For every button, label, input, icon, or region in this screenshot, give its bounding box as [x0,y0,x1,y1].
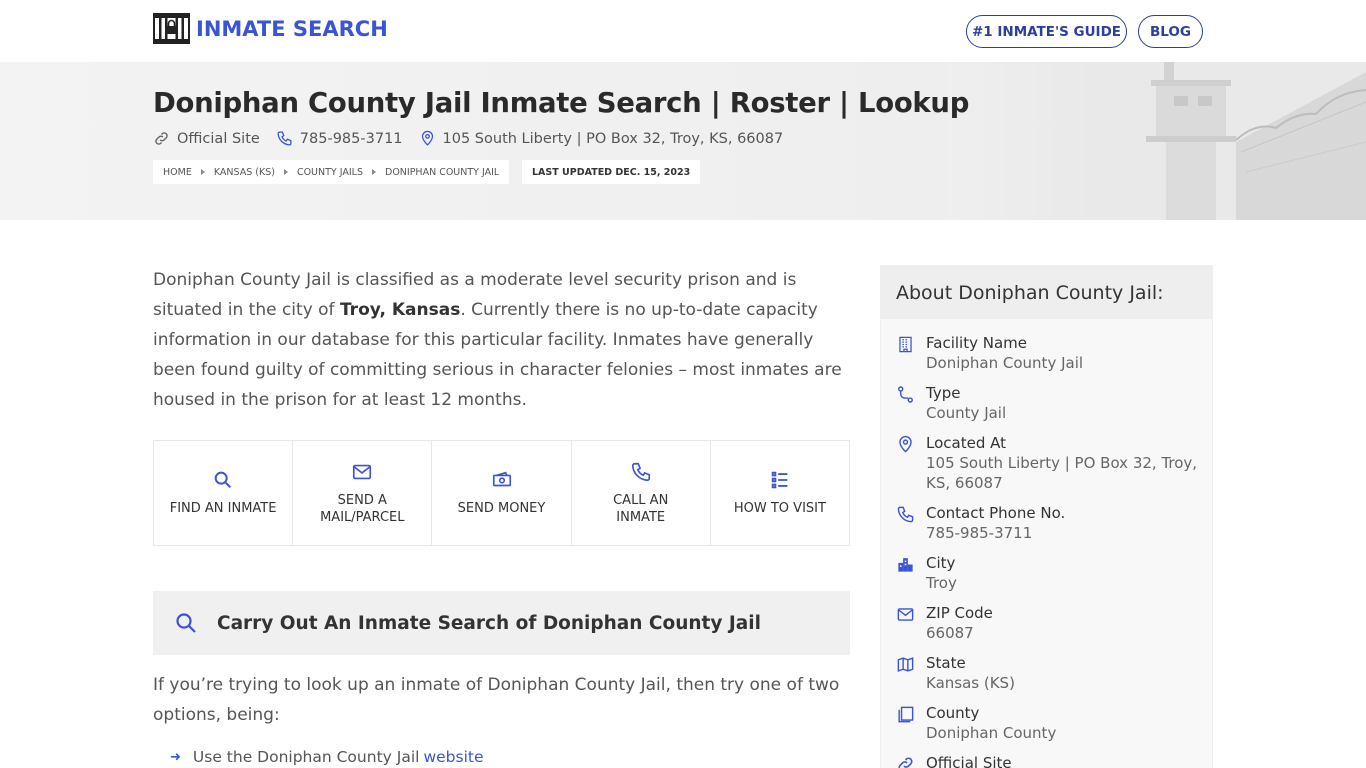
list-icon [771,471,788,489]
route-icon [898,386,913,403]
fact-county: County Doniphan County [881,703,1212,753]
fact-label: ZIP Code [926,604,993,622]
breadcrumb-current: DONIPHAN COUNTY JAIL [385,166,500,178]
breadcrumb-county-jails[interactable]: COUNTY JAILS [297,167,363,178]
fact-value: Troy [926,574,957,592]
fact-value: 785-985-3711 [926,524,1033,542]
website-link[interactable]: website [423,748,483,766]
official-site-link[interactable]: Official Site [153,130,260,147]
address-text: 105 South Liberty | PO Box 32, Troy, KS,… [442,130,784,147]
fact-state: State Kansas (KS) [881,653,1212,703]
find-inmate-action[interactable]: FIND AN INMATE [154,441,294,545]
fact-value: 66087 [926,624,974,642]
site-logo[interactable]: INMATE SEARCH [153,13,388,44]
mail-icon [353,464,372,479]
how-to-visit-action[interactable]: HOW TO VISIT [711,441,849,545]
page-header: Doniphan County Jail Inmate Search | Ros… [0,62,1366,220]
fact-value: Doniphan County Jail [926,354,1084,372]
prison-tower-background-image [946,62,1366,220]
map-icon [897,657,914,672]
location-pin-icon [421,130,433,146]
send-money-action[interactable]: SEND MONEY [432,441,572,545]
search-icon [214,471,232,489]
fact-label: Located At [926,434,1006,452]
facility-facts: Facility Name Doniphan County Jail Type … [881,319,1212,768]
fact-value: 105 South Liberty | PO Box 32, Troy, KS,… [926,454,1198,492]
mail-icon [897,608,914,621]
fact-official-site[interactable]: Official Site [881,753,1212,768]
page-title: Doniphan County Jail Inmate Search | Ros… [153,87,970,119]
address: 105 South Liberty | PO Box 32, Troy, KS,… [419,130,784,147]
fact-label: Official Site [926,754,1012,768]
action-label: HOW TO VISIT [733,501,826,516]
phone-icon [277,131,292,146]
phone-icon [897,506,914,523]
action-label: CALL AN INMATE [613,492,669,525]
official-site-label: Official Site [177,130,260,147]
breadcrumb-home[interactable]: HOME [163,167,192,178]
money-icon [492,471,511,487]
building-icon [899,336,912,353]
facility-info-sidebar: About Doniphan County Jail: Facility Nam… [880,265,1213,768]
sidebar-title: About Doniphan County Jail: [881,266,1212,319]
fact-zip-code: ZIP Code 66087 [881,603,1212,653]
fact-city: City Troy [881,553,1212,603]
site-name: INMATE SEARCH [196,16,388,41]
location-pin-icon [899,435,912,453]
fact-label: State [926,654,966,672]
fact-facility-name: Facility Name Doniphan County Jail [881,333,1212,383]
fact-value: Doniphan County [926,724,1057,742]
last-updated-badge: LAST UPDATED DEC. 15, 2023 [522,160,701,184]
fact-located-at: Located At 105 South Liberty | PO Box 32… [881,433,1212,503]
send-mail-action[interactable]: SEND A MAIL/PARCEL [293,441,433,545]
link-icon [898,757,913,768]
city-icon [898,558,913,572]
search-icon [176,613,196,633]
fact-label: City [926,554,956,572]
action-label: FIND AN INMATE [169,501,277,516]
breadcrumb-separator-icon [372,169,376,175]
search-options-paragraph: If you’re trying to look up an inmate of… [153,675,840,725]
section-title: Carry Out An Inmate Search of Doniphan C… [217,612,761,634]
fact-value: County Jail [926,404,1007,422]
jail-bars-logo-icon [153,13,190,44]
blog-button[interactable]: BLOG [1138,15,1203,48]
link-icon [155,132,168,145]
phone-icon [631,462,650,481]
phone-number: 785-985-3711 [299,130,403,147]
action-label: SEND MONEY [457,501,546,516]
fact-value: Kansas (KS) [926,674,1015,692]
list-item-text: Use the Doniphan County Jail [192,748,420,766]
inmate-search-section-header: Carry Out An Inmate Search of Doniphan C… [153,591,850,655]
list-item: ➜ Use the Doniphan County Jail website [170,748,484,766]
inmates-guide-button[interactable]: #1 INMATE'S GUIDE [966,15,1127,48]
fact-label: Contact Phone No. [926,504,1066,522]
top-navigation: INMATE SEARCH #1 INMATE'S GUIDE BLOG [0,0,1366,62]
fact-type: Type County Jail [881,383,1212,433]
phone-link[interactable]: 785-985-3711 [276,130,403,147]
fact-label: Facility Name [926,334,1027,352]
quick-actions: FIND AN INMATE SEND A MAIL/PARCEL SEND M… [153,440,850,546]
breadcrumb-separator-icon [283,169,288,175]
breadcrumb: HOME KANSAS (KS) COUNTY JAILS DONIPHAN C… [153,160,510,184]
arrow-right-icon: ➜ [170,749,181,765]
call-inmate-action[interactable]: CALL AN INMATE [572,441,711,545]
breadcrumb-kansas[interactable]: KANSAS (KS) [214,167,275,178]
intro-location: Troy, Kansas [339,300,461,320]
fact-contact-phone: Contact Phone No. 785-985-3711 [881,503,1212,553]
fact-label: County [926,704,980,722]
fact-label: Type [926,384,961,402]
copy-icon [898,706,914,723]
action-label: SEND A MAIL/PARCEL [320,492,405,525]
intro-paragraph: Doniphan County Jail is classified as a … [153,265,853,415]
facility-meta: Official Site 785-985-3711 105 South Lib… [153,130,799,147]
breadcrumb-separator-icon [200,169,205,175]
